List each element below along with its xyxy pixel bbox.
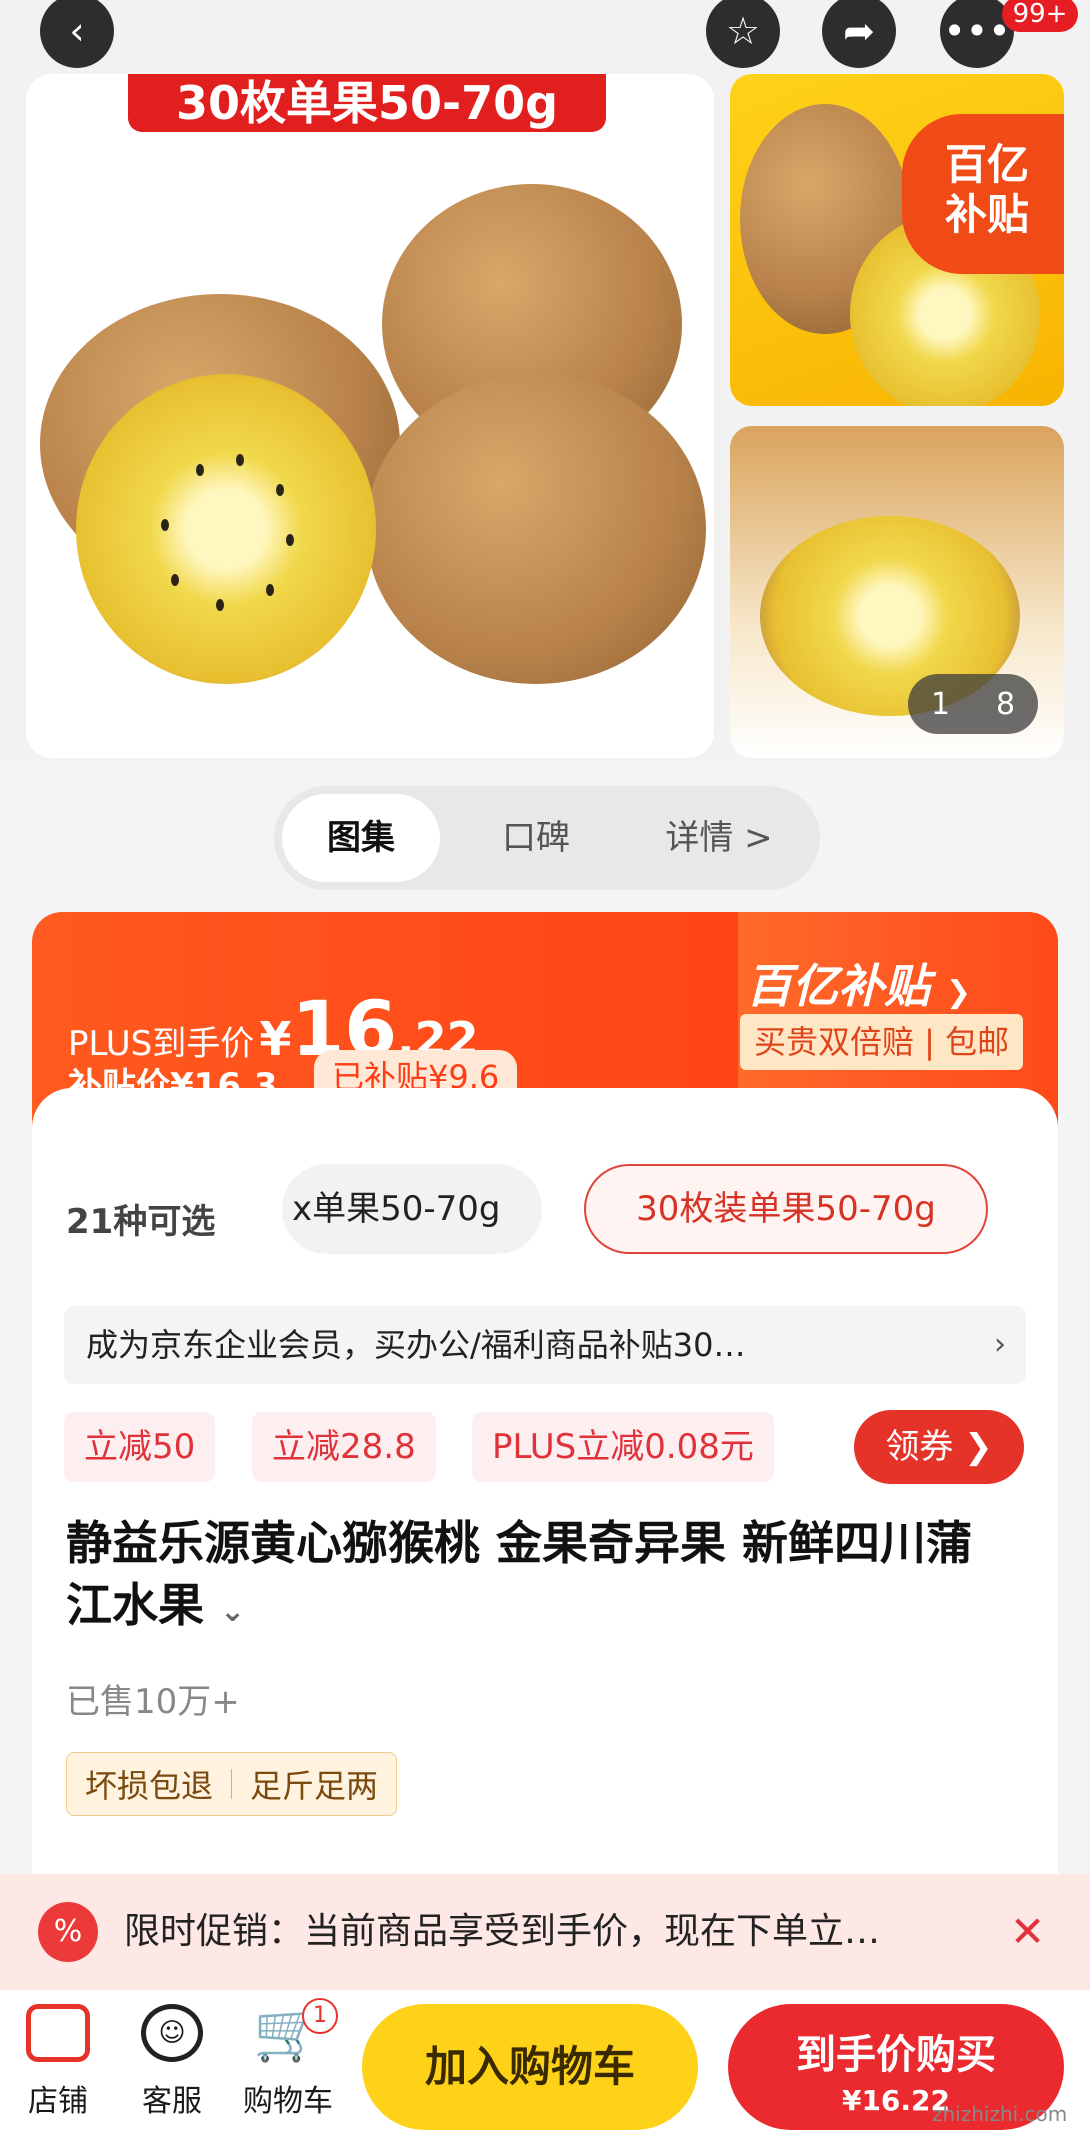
variant-option[interactable]: x单果50-70g — [282, 1164, 542, 1254]
get-coupon-button[interactable]: 领券 ❯ — [854, 1410, 1024, 1484]
tab-gallery[interactable]: 图集 — [282, 794, 440, 882]
share-button[interactable]: ➦ — [822, 0, 896, 68]
image-banner: 30枚单果50-70g — [128, 74, 606, 132]
store-icon — [26, 2004, 90, 2062]
chevron-right-icon: ❯ — [964, 1427, 993, 1467]
star-icon: ☆ — [725, 9, 761, 53]
close-icon[interactable]: ✕ — [1010, 1874, 1045, 1990]
share-icon: ➦ — [843, 9, 875, 53]
chevron-right-icon: › — [994, 1327, 1006, 1362]
guarantee-badge: 买贵双倍赔 | 包邮 — [740, 1014, 1024, 1070]
favorite-button[interactable]: ☆ — [706, 0, 780, 68]
promo-text: 限时促销：当前商品享受到手价，现在下单立… — [124, 1911, 881, 1952]
thumbnail-1[interactable]: 百亿 补贴 — [730, 74, 1064, 406]
shop-button[interactable]: 店铺 — [22, 2004, 94, 2120]
more-icon: ••• — [943, 9, 1011, 53]
brand-subsidy-logo[interactable]: 百亿补贴 ❯ — [746, 950, 971, 1016]
cart-button[interactable]: 🛒 1 购物车 — [236, 1998, 340, 2120]
discount-icon: % — [38, 1902, 98, 1962]
subsidy-badge: 百亿 补贴 — [902, 114, 1064, 274]
coupon-tag[interactable]: 立减50 — [64, 1412, 216, 1482]
add-to-cart-button[interactable]: 加入购物车 — [362, 2004, 698, 2130]
chevron-down-icon[interactable]: ⌄ — [220, 1594, 245, 1629]
main-product-image[interactable]: 30枚单果50-70g — [26, 74, 714, 758]
chevron-right-icon: ❯ — [946, 975, 972, 1010]
variant-count[interactable]: 21种可选 — [66, 1194, 215, 1243]
gallery-tabs: 图集 口碑 详情 > — [274, 786, 820, 890]
tab-reviews[interactable]: 口碑 — [466, 794, 606, 882]
customer-service-button[interactable]: ☺ 客服 — [132, 2004, 212, 2120]
sold-count: 已售10万+ — [66, 1682, 240, 1722]
kiwi-cut-image — [76, 374, 376, 684]
promo-banner[interactable]: % 限时促销：当前商品享受到手价，现在下单立… ✕ — [0, 1874, 1090, 1990]
back-button[interactable]: ‹ — [40, 0, 114, 68]
coupon-tag[interactable]: 立减28.8 — [252, 1412, 436, 1482]
variant-option-selected[interactable]: 30枚装单果50-70g — [584, 1164, 988, 1254]
service-tags: 坏损包退 足斤足两 — [66, 1752, 398, 1816]
message-count-badge: 99+ — [1002, 0, 1078, 32]
image-counter: 18 — [908, 674, 1038, 734]
coupon-tag[interactable]: PLUS立减0.08元 — [472, 1412, 774, 1482]
chat-icon: ☺ — [141, 2004, 203, 2062]
tab-details[interactable]: 详情 > — [634, 794, 804, 882]
chevron-left-icon: ‹ — [69, 9, 85, 53]
kiwi-image — [366, 374, 706, 684]
product-title: 静益乐源黄心猕猴桃 金果奇异果 新鲜四川蒲江水果 ⌄ — [66, 1516, 973, 1632]
product-info-card: PLUS到手价 ¥16.22 补贴价¥16.3 已补贴¥9.6 百亿补贴 ❯ 买… — [32, 912, 1058, 1922]
enterprise-notice[interactable]: 成为京东企业会员，买办公/福利商品补贴30… › — [64, 1306, 1026, 1384]
bottom-action-bar: 店铺 ☺ 客服 🛒 1 购物车 加入购物车 到手价购买 ¥16.22 zhizh… — [0, 1990, 1090, 2147]
watermark: zhizhizhi.com — [932, 2102, 1068, 2126]
cart-badge: 1 — [302, 1998, 338, 2034]
image-gallery[interactable]: 30枚单果50-70g 百亿 补贴 18 ‹ ☆ ➦ ••• 99+ — [0, 0, 1090, 760]
